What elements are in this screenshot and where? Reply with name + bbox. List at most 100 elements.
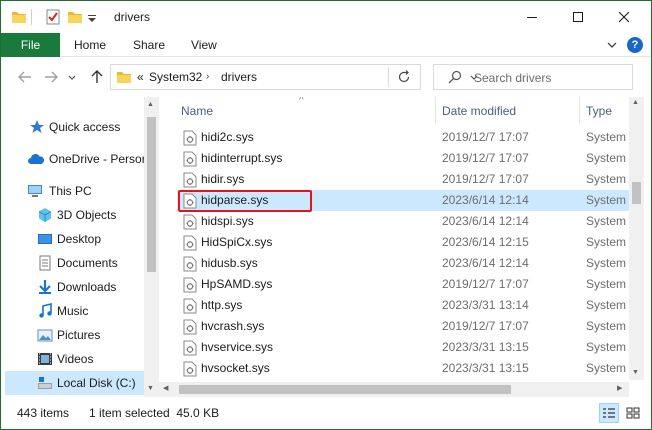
scroll-down-icon[interactable]: ▼ [147, 385, 154, 392]
desktop-icon [37, 231, 53, 247]
properties-icon[interactable] [45, 9, 61, 25]
maximize-icon [573, 12, 583, 22]
scroll-up-icon[interactable]: ▲ [147, 101, 154, 108]
breadcrumb-system32[interactable]: System32 [149, 70, 202, 84]
file-list-scroll-thumb[interactable] [632, 182, 641, 204]
recent-locations-button[interactable] [65, 67, 79, 87]
scroll-left-icon[interactable]: ◀ [163, 384, 168, 392]
close-button[interactable] [601, 1, 647, 33]
nav-item-pictures[interactable]: Pictures [1, 323, 144, 347]
scroll-right-icon[interactable]: ▶ [617, 384, 622, 392]
breadcrumb-overflow[interactable]: « [137, 70, 144, 84]
column-divider[interactable] [579, 97, 580, 123]
folder-icon [11, 9, 27, 25]
maximize-button[interactable] [555, 1, 601, 33]
breadcrumb-separator-icon[interactable]: › [206, 71, 209, 82]
search-box[interactable]: Search drivers [433, 64, 633, 90]
large-icons-view-button[interactable] [623, 403, 643, 423]
tab-share[interactable]: Share [133, 33, 165, 57]
table-row[interactable]: hvcrash.sys 2019/12/7 17:07 System file [177, 316, 637, 337]
file-date: 2019/12/7 17:07 [442, 151, 529, 165]
file-type: System file [586, 361, 632, 375]
navigation-pane: Quick access OneDrive - Persor This PC 3… [1, 97, 159, 397]
column-header-name[interactable]: Name [181, 97, 213, 125]
tab-home[interactable]: Home [74, 33, 106, 57]
details-view-button[interactable] [599, 403, 619, 423]
table-row[interactable]: hvservice.sys 2023/3/31 13:15 System file [177, 337, 637, 358]
file-date: 2019/12/7 17:07 [442, 277, 529, 291]
scroll-up-icon[interactable]: ▲ [632, 99, 639, 106]
table-row[interactable]: hidi2c.sys 2019/12/7 17:07 System file [177, 127, 637, 148]
file-explorer-window: drivers File Home Share View ? « System3… [0, 0, 652, 430]
nav-item-documents[interactable]: Documents [1, 251, 144, 275]
customize-toolbar-icon[interactable] [87, 9, 97, 25]
tab-file[interactable]: File [1, 33, 60, 57]
up-button[interactable] [87, 67, 107, 87]
horizontal-scrollbar[interactable]: ◀ ▶ [159, 382, 629, 397]
file-name: hidspi.sys [201, 214, 254, 228]
table-row[interactable]: hidusb.sys 2023/6/14 12:14 System file [177, 253, 637, 274]
file-date: 2023/3/31 13:15 [442, 361, 529, 375]
system-file-icon [183, 361, 197, 377]
table-row[interactable]: HpSAMD.sys 2019/12/7 17:07 System file [177, 274, 637, 295]
tab-view[interactable]: View [191, 33, 217, 57]
horizontal-scroll-thumb[interactable] [179, 385, 511, 394]
refresh-button[interactable] [388, 67, 418, 87]
ribbon-tabs: File Home Share View ? [1, 33, 651, 57]
nav-item-music[interactable]: Music [1, 299, 144, 323]
chevron-down-icon[interactable] [605, 38, 619, 52]
nav-item-quick-access[interactable]: Quick access [1, 115, 144, 139]
arrow-left-icon [18, 71, 31, 83]
table-row[interactable]: hidinterrupt.sys 2019/12/7 17:07 System fi… [177, 148, 637, 169]
help-icon[interactable]: ? [627, 37, 643, 53]
table-row[interactable]: HidSpiCx.sys 2023/6/14 12:15 System file [177, 232, 637, 253]
new-folder-icon[interactable] [67, 9, 83, 25]
column-header-date[interactable]: Date modified [442, 97, 516, 125]
nav-item-onedrive[interactable]: OneDrive - Persor [1, 147, 144, 171]
file-date: 2019/12/7 17:07 [442, 319, 529, 333]
table-row[interactable]: hidir.sys 2019/12/7 17:07 System file [177, 169, 637, 190]
file-date: 2023/6/14 12:14 [442, 193, 529, 207]
search-input[interactable]: Search drivers [474, 71, 551, 85]
column-header-type[interactable]: Type [586, 97, 612, 125]
file-name: hidinterrupt.sys [201, 151, 283, 165]
chevron-down-icon [68, 75, 76, 80]
refresh-icon [398, 70, 409, 83]
nav-item-local-disk[interactable]: Local Disk (C:) [5, 371, 144, 395]
file-name: hvcrash.sys [201, 319, 265, 333]
file-name: HidSpiCx.sys [201, 235, 273, 249]
table-row[interactable]: hidspi.sys 2023/6/14 12:14 System file [177, 211, 637, 232]
download-icon [37, 279, 53, 295]
nav-item-label: Pictures [57, 328, 101, 342]
nav-scroll-thumb[interactable] [147, 117, 156, 272]
nav-item-videos[interactable]: Videos [1, 347, 144, 371]
address-bar[interactable]: « System32 › drivers [110, 64, 478, 90]
nav-item-label: Local Disk (C:) [57, 376, 136, 390]
nav-item-3d-objects[interactable]: 3D Objects [1, 203, 144, 227]
file-list-pane: ^ Name Date modified Type hidi2c.sys 2019… [159, 97, 651, 397]
large-icons-view-icon [626, 407, 640, 419]
column-divider[interactable] [435, 97, 436, 123]
file-date: 2023/3/31 13:15 [442, 340, 529, 354]
system-file-icon [183, 235, 197, 251]
table-row[interactable]: hvsocket.sys 2023/3/31 13:15 System file [177, 358, 637, 379]
title-bar: drivers [1, 1, 651, 33]
cloud-icon [27, 151, 45, 167]
breadcrumb-drivers[interactable]: drivers [221, 70, 257, 84]
system-file-icon [183, 277, 197, 293]
forward-button[interactable] [41, 67, 61, 87]
nav-scrollbar[interactable]: ▲ ▼ [144, 97, 159, 397]
minimize-button[interactable] [509, 1, 555, 33]
table-row[interactable]: http.sys 2023/3/31 13:14 System file [177, 295, 637, 316]
scroll-down-icon[interactable]: ▼ [632, 369, 639, 376]
nav-item-this-pc[interactable]: This PC [1, 179, 144, 203]
back-button[interactable] [15, 67, 35, 87]
file-list-scrollbar[interactable]: ▲ ▼ [629, 97, 644, 380]
arrow-right-icon [45, 71, 58, 83]
file-name: hidusb.sys [201, 256, 258, 270]
nav-item-desktop[interactable]: Desktop [1, 227, 144, 251]
nav-item-downloads[interactable]: Downloads [1, 275, 144, 299]
file-type: System file [586, 319, 632, 333]
file-type: System file [586, 277, 632, 291]
document-icon [37, 255, 53, 271]
